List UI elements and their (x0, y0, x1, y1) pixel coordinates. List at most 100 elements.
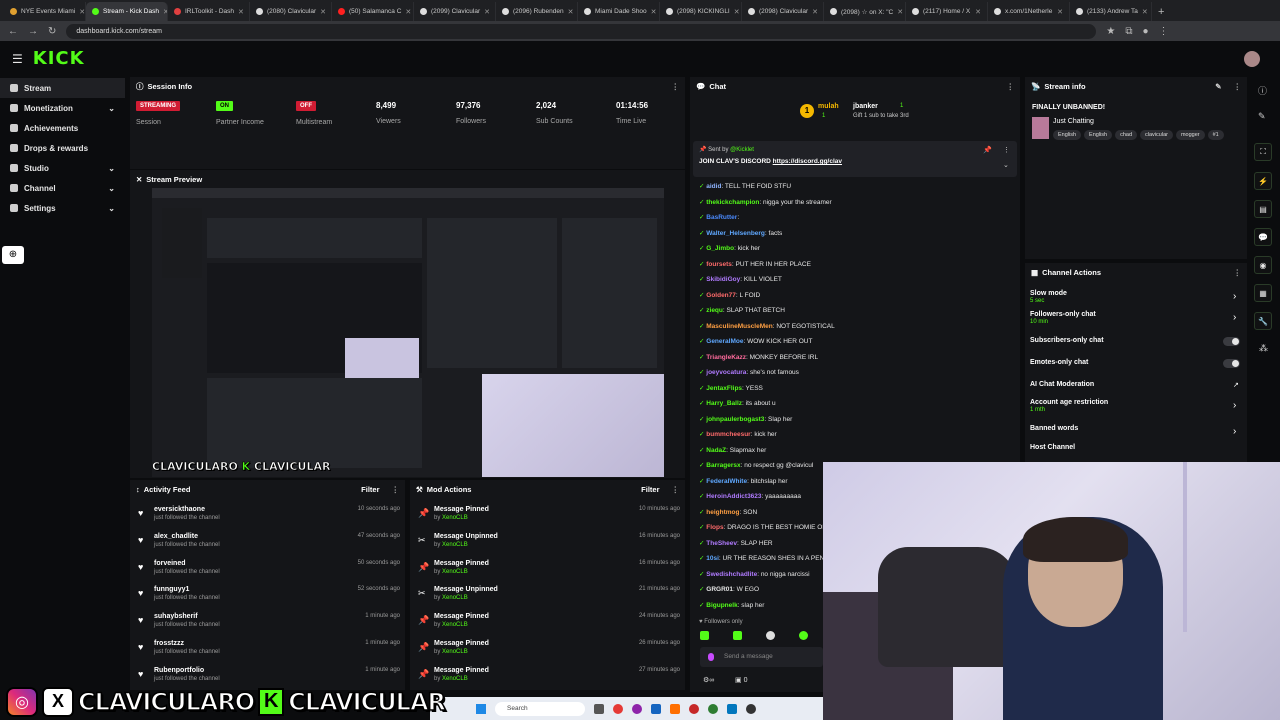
app-icon[interactable] (746, 703, 756, 714)
tab-close-icon[interactable]: ✕ (320, 8, 326, 16)
external-link-icon[interactable]: ↗ (1233, 381, 1239, 389)
tab-close-icon[interactable]: ✕ (734, 8, 740, 16)
chat-username[interactable]: Harry_Ballz (706, 400, 742, 407)
activity-username[interactable]: frosstzzz (154, 640, 400, 647)
chrome-icon[interactable] (613, 703, 623, 714)
chat-username[interactable]: FederalWhite (706, 478, 747, 485)
tab-close-icon[interactable]: ✕ (651, 8, 657, 16)
back-icon[interactable]: ← (8, 26, 18, 37)
emote-icon[interactable] (799, 631, 808, 640)
pencil-icon[interactable]: ✎ (1258, 111, 1266, 122)
sidebar-item-channel[interactable]: Channel ⌄ (0, 178, 125, 198)
browser-tab[interactable]: (2096) Rubenden ✕ (496, 2, 578, 21)
chat-username[interactable]: joeyvocatura (706, 369, 746, 376)
tab-close-icon[interactable]: ✕ (238, 8, 244, 16)
mod-user[interactable]: XenoCLB (442, 542, 468, 548)
tab-close-icon[interactable]: ✕ (568, 8, 574, 16)
browser-tab[interactable]: (2133) Andrew Ta ✕ (1070, 2, 1152, 21)
sidebar-item-stream[interactable]: Stream (0, 78, 125, 98)
channel-action-slow-mode[interactable]: Slow mode 5 sec (1030, 290, 1067, 304)
emote-picker-icon[interactable] (708, 653, 714, 661)
browser-tab[interactable]: (50) Salamanca C ✕ (332, 2, 414, 21)
chat-username[interactable]: TheSheev (706, 540, 737, 547)
stream-info-menu-icon[interactable]: ⋮ (1234, 82, 1242, 91)
chat-username[interactable]: 10si (706, 555, 719, 562)
hamburger-icon[interactable]: ☰ (12, 52, 23, 66)
browser-menu-icon[interactable]: ⋮ (1159, 26, 1169, 37)
browser-tab[interactable]: (2117) Home / X ✕ (906, 2, 988, 21)
sidebar-item-monetization[interactable]: Monetization ⌄ (0, 98, 125, 118)
browser-tab[interactable]: IRLToolkit - Dash ✕ (168, 2, 250, 21)
mod-filter-button[interactable]: Filter (641, 485, 659, 494)
pinned-menu-icon[interactable]: ⋮ (1003, 146, 1010, 154)
chat-input[interactable]: Send a message (700, 647, 823, 667)
mod-user[interactable]: XenoCLB (442, 569, 468, 575)
tag-chip[interactable]: #1 (1207, 130, 1224, 140)
toggle-switch[interactable] (1223, 337, 1240, 346)
chat-username[interactable]: ziequ (706, 307, 723, 314)
chat-username[interactable]: G_Jimbo (706, 245, 734, 252)
windows-start-icon[interactable] (476, 703, 486, 714)
chat-username[interactable]: bummcheesur (706, 431, 750, 438)
emote-icon[interactable] (733, 631, 742, 640)
chat-username[interactable]: NadaZ (706, 447, 726, 454)
mod-user[interactable]: XenoCLB (442, 649, 468, 655)
mod-user[interactable]: XenoCLB (442, 676, 468, 682)
mod-user[interactable]: XenoCLB (442, 595, 468, 601)
chat-settings-icon[interactable]: ⚙∞ (703, 676, 714, 684)
chevron-right-icon[interactable]: › (1233, 426, 1236, 437)
chat-username[interactable]: thekickchampion (706, 199, 759, 206)
sidebar-item-drops-rewards[interactable]: Drops & rewards (0, 138, 125, 158)
channel-action-banned-words[interactable]: Banned words (1030, 425, 1078, 432)
chat-username[interactable]: Golden77 (706, 292, 736, 299)
unpin-icon[interactable]: 📌 (983, 146, 992, 154)
chat-username[interactable]: SkibidiGoy (706, 276, 740, 283)
chat-username[interactable]: Swedishchadlite (706, 571, 757, 578)
activity-username[interactable]: Rubenportfolio (154, 667, 400, 674)
chat-username[interactable]: Bigupnelk (706, 602, 737, 609)
obs-icon[interactable] (632, 703, 642, 714)
mod-menu-icon[interactable]: ⋮ (672, 485, 680, 494)
chat-username[interactable]: BasRutter (706, 214, 737, 221)
spotify-icon[interactable] (708, 703, 718, 714)
chat-menu-icon[interactable]: ⋮ (1007, 82, 1015, 91)
chat-username[interactable]: GRGR01 (706, 586, 733, 593)
tab-close-icon[interactable]: ✕ (484, 8, 490, 16)
chat-username[interactable]: johnpaulerbogast3 (706, 416, 764, 423)
rail-wrench-icon[interactable]: 🔧 (1254, 312, 1272, 330)
mod-user[interactable]: XenoCLB (442, 515, 468, 521)
chevron-down-icon[interactable]: ⌄ (1003, 161, 1009, 169)
channel-action-subscribers-only-chat[interactable]: Subscribers-only chat (1030, 337, 1104, 344)
browser-tab[interactable]: (2098) Clavicular ✕ (742, 2, 824, 21)
chat-username[interactable]: Barragersx (706, 462, 740, 469)
app-icon[interactable] (689, 703, 699, 714)
chat-username[interactable]: Walter_Helsenberg (706, 230, 765, 237)
tab-close-icon[interactable]: ✕ (1057, 8, 1063, 16)
channel-action-emotes-only-chat[interactable]: Emotes-only chat (1030, 359, 1088, 366)
browser-tab[interactable]: (2080) Clavicular ✕ (250, 2, 332, 21)
chat-username[interactable]: MasculineMuscleMen (706, 323, 772, 330)
channel-action-account-age-restriction[interactable]: Account age restriction 1 mth (1030, 399, 1108, 413)
app-icon[interactable] (727, 703, 737, 714)
activity-menu-icon[interactable]: ⋮ (392, 485, 400, 494)
channel-action-host-channel[interactable]: Host Channel (1030, 444, 1075, 451)
chevron-right-icon[interactable]: › (1233, 400, 1236, 411)
chat-username[interactable]: HeroinAddict3623 (706, 493, 761, 500)
info-icon[interactable]: ⓘ (1258, 84, 1267, 97)
browser-tab[interactable]: (2099) Clavicular ✕ (414, 2, 496, 21)
chat-username[interactable]: TriangleKazz (706, 354, 746, 361)
zoom-icon[interactable]: ⊕ (2, 246, 24, 264)
taskbar-search[interactable]: Search (495, 701, 585, 716)
sidebar-item-studio[interactable]: Studio ⌄ (0, 158, 125, 178)
new-tab-button[interactable]: + (1152, 6, 1170, 21)
tag-chip[interactable]: English (1084, 130, 1113, 140)
sidebar-item-settings[interactable]: Settings ⌄ (0, 198, 125, 218)
tab-close-icon[interactable]: ✕ (975, 8, 981, 16)
activity-filter-button[interactable]: Filter (361, 485, 379, 494)
browser-tab[interactable]: (2098) KICKINGLI ✕ (660, 2, 742, 21)
kick-logo[interactable]: KICK (33, 48, 85, 69)
chat-username[interactable]: foursets (706, 261, 732, 268)
tab-close-icon[interactable]: ✕ (79, 8, 85, 16)
edit-icon[interactable]: ✎ (1215, 82, 1221, 91)
forward-icon[interactable]: → (28, 26, 38, 37)
